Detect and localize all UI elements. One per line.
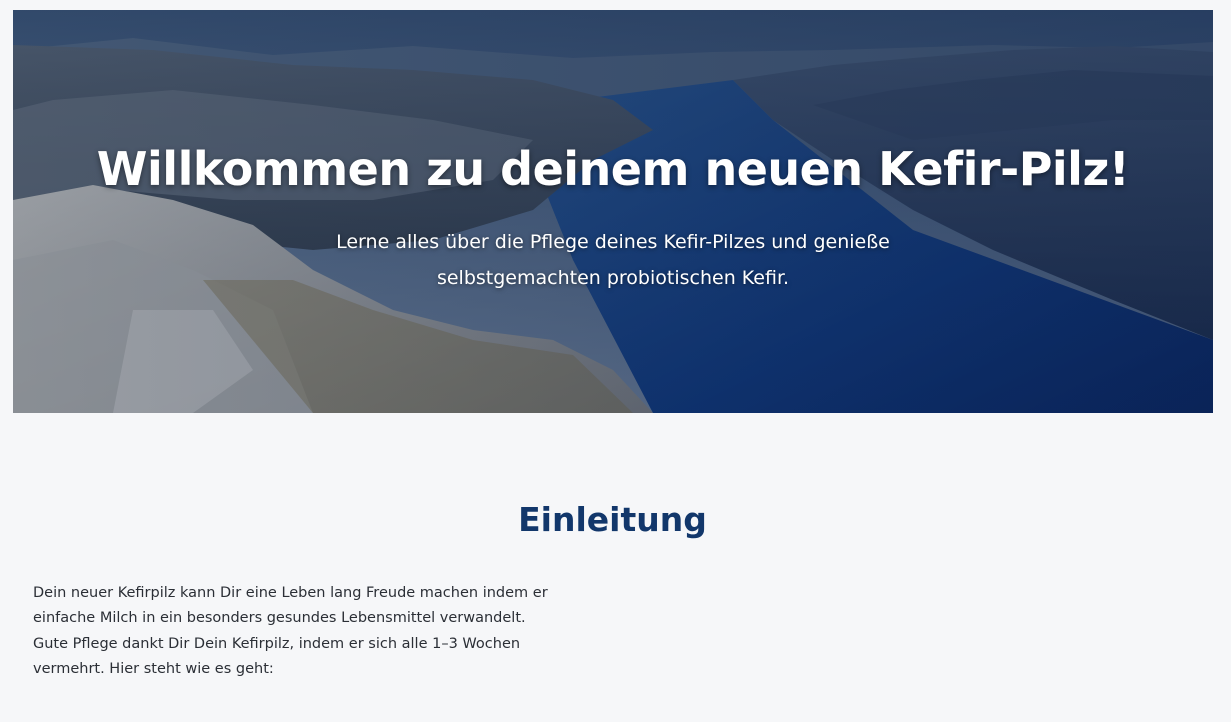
hero-content: Willkommen zu deinem neuen Kefir-Pilz! L… (13, 10, 1213, 413)
hero-subtitle: Lerne alles über die Pflege deines Kefir… (336, 231, 890, 289)
hero-title: Willkommen zu deinem neuen Kefir-Pilz! (96, 142, 1130, 196)
hero-banner: Willkommen zu deinem neuen Kefir-Pilz! L… (13, 10, 1213, 413)
intro-heading: Einleitung (518, 500, 707, 539)
intro-text: Dein neuer Kefirpilz kann Dir eine Leben… (33, 585, 548, 677)
